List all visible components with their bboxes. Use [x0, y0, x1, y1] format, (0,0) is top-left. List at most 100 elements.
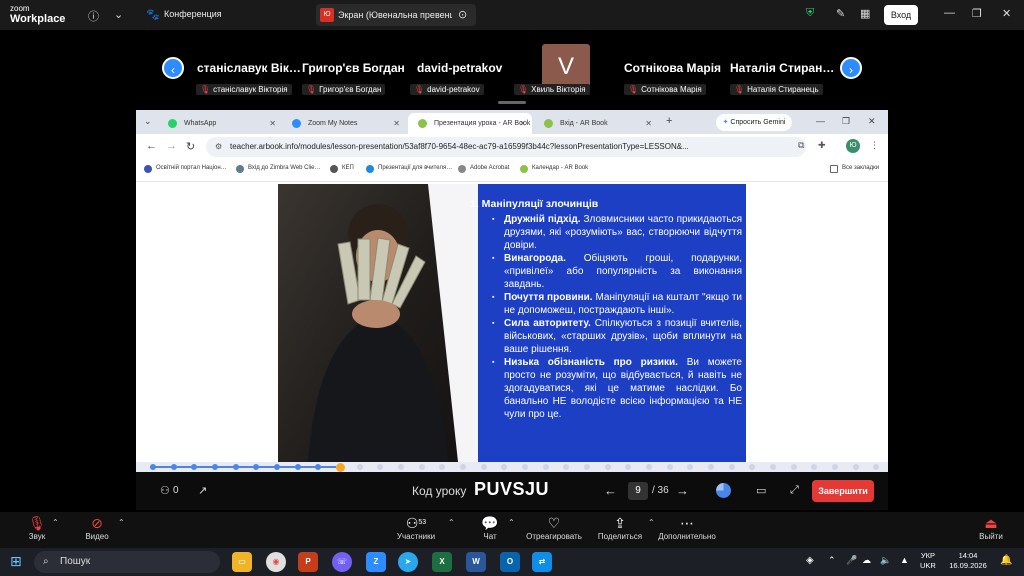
- progress-dot[interactable]: [501, 464, 508, 470]
- grid-icon[interactable]: ▦: [860, 7, 870, 20]
- progress-dot-current[interactable]: [336, 462, 345, 472]
- participant-tile[interactable]: 🎙 Хвиль Вікторія: [514, 84, 590, 95]
- trend-icon[interactable]: ↗: [198, 484, 207, 497]
- bookmark-item[interactable]: Освітній портал Націон…: [144, 165, 227, 173]
- viber-icon[interactable]: ☏: [332, 552, 352, 572]
- progress-dot[interactable]: [873, 464, 880, 470]
- copilot-icon[interactable]: ◈: [806, 555, 814, 566]
- file-explorer-icon[interactable]: ▭: [232, 552, 252, 572]
- fullscreen-icon[interactable]: ⤢: [790, 484, 799, 497]
- progress-dot[interactable]: [852, 464, 859, 470]
- progress-dot[interactable]: [232, 464, 239, 470]
- current-page-input[interactable]: 9: [628, 482, 648, 500]
- word-icon[interactable]: W: [466, 552, 486, 572]
- cloud-icon[interactable]: ☁: [862, 555, 871, 566]
- progress-dot[interactable]: [811, 464, 818, 470]
- microphone-icon[interactable]: 🎤: [846, 555, 857, 566]
- chat-button[interactable]: 💬 Чат: [476, 514, 504, 541]
- chevron-up-icon[interactable]: ⌃: [508, 518, 515, 527]
- progress-dot[interactable]: [542, 464, 549, 470]
- participant-tile[interactable]: 🎙 Наталія Стиранець: [730, 84, 823, 95]
- info-icon[interactable]: ⓘ: [88, 8, 99, 24]
- participants-button[interactable]: ⚇53 Участники: [394, 514, 438, 541]
- restore-icon[interactable]: ❐: [842, 116, 850, 127]
- minimize-icon[interactable]: —: [816, 116, 825, 126]
- site-info-icon[interactable]: ⚙: [215, 137, 222, 157]
- react-button[interactable]: ♡ Отреагировать: [524, 514, 584, 541]
- progress-dot[interactable]: [460, 464, 466, 470]
- progress-dot[interactable]: [480, 464, 487, 470]
- chevron-up-icon[interactable]: ⌃: [828, 555, 836, 566]
- chevron-down-icon[interactable]: ⌄: [114, 8, 123, 21]
- more-button[interactable]: ⋯ Дополнительно: [656, 514, 718, 541]
- progress-dot[interactable]: [832, 464, 838, 470]
- profile-avatar[interactable]: Ю: [846, 139, 860, 153]
- progress-dot[interactable]: [170, 464, 177, 470]
- progress-dot[interactable]: [150, 464, 156, 470]
- notifications-icon[interactable]: 🔔: [1000, 555, 1012, 566]
- browser-tab[interactable]: Вхід - AR Book ✕: [534, 113, 658, 134]
- shield-icon[interactable]: ⛨: [806, 7, 814, 20]
- back-arrow-icon[interactable]: ←: [146, 140, 157, 152]
- participant-tile[interactable]: 🎙 Сотнікова Марія: [624, 84, 706, 95]
- taskbar-clock[interactable]: 14:04 16.09.2026: [946, 551, 990, 571]
- browser-tab-active[interactable]: Презентация урока - AR Book ✕: [408, 113, 532, 134]
- screen-icon[interactable]: ▭: [756, 484, 766, 497]
- progress-dot[interactable]: [212, 464, 218, 470]
- puzzle-icon[interactable]: ✚: [818, 140, 826, 151]
- progress-dot[interactable]: [728, 464, 735, 470]
- progress-dot[interactable]: [646, 464, 652, 470]
- telegram-icon[interactable]: ➤: [398, 552, 418, 572]
- teamviewer-icon[interactable]: ⇄: [532, 552, 552, 572]
- students-icon[interactable]: ⚇: [160, 484, 170, 497]
- close-tab-icon[interactable]: ✕: [645, 113, 652, 134]
- progress-dot[interactable]: [356, 464, 363, 470]
- progress-dot[interactable]: [274, 464, 280, 470]
- progress-dot[interactable]: [687, 464, 694, 470]
- login-button[interactable]: Вход: [884, 5, 918, 25]
- share-screen-tab[interactable]: Ю Экран (Ювенальна превенція Л ⊙: [316, 4, 476, 26]
- browser-tab[interactable]: Zoom My Notes ✕: [282, 113, 406, 134]
- new-tab-button[interactable]: +: [666, 115, 672, 127]
- language-indicator[interactable]: УКР UKR: [920, 551, 936, 571]
- powerpoint-icon[interactable]: P: [298, 552, 318, 572]
- close-tab-icon[interactable]: ✕: [393, 113, 400, 134]
- video-button[interactable]: ⊘ Видео: [82, 514, 112, 541]
- chevron-up-icon[interactable]: ⌃: [52, 518, 59, 527]
- chevron-up-icon[interactable]: ⌃: [448, 518, 455, 527]
- progress-dot[interactable]: [294, 464, 301, 470]
- participant-tile[interactable]: 🎙 Григор'єв Богдан: [302, 84, 386, 95]
- windows-start-icon[interactable]: ⊞: [10, 554, 22, 568]
- excel-icon[interactable]: X: [432, 552, 452, 572]
- meeting-label[interactable]: Конференция: [164, 9, 222, 19]
- more-options-icon[interactable]: ⊙: [458, 8, 467, 21]
- progress-dot[interactable]: [253, 464, 260, 470]
- progress-dot[interactable]: [563, 464, 570, 470]
- close-icon[interactable]: ✕: [868, 116, 876, 127]
- reload-icon[interactable]: ↻: [186, 140, 195, 153]
- progress-dot[interactable]: [666, 464, 673, 470]
- progress-dot[interactable]: [315, 464, 322, 470]
- close-tab-icon[interactable]: ✕: [269, 113, 276, 134]
- progress-dot[interactable]: [584, 464, 590, 470]
- leave-button[interactable]: ⏏ Выйти: [976, 514, 1006, 541]
- prev-participants-button[interactable]: ‹: [162, 57, 184, 79]
- forward-arrow-icon[interactable]: →: [166, 140, 177, 152]
- participant-tile[interactable]: 🎙 david-petrakov: [410, 84, 484, 95]
- tab-search-icon[interactable]: ⌄: [144, 116, 152, 127]
- bookmark-item[interactable]: Adobe Acrobat: [458, 165, 509, 173]
- progress-dot[interactable]: [191, 464, 198, 470]
- extensions-icon[interactable]: ⧉: [798, 140, 804, 151]
- next-participants-button[interactable]: ›: [840, 57, 862, 79]
- progress-dot[interactable]: [790, 464, 797, 470]
- speaker-icon[interactable]: 🔈: [880, 555, 891, 566]
- timer-icon[interactable]: [716, 483, 731, 498]
- zoom-app-icon[interactable]: Z: [366, 552, 386, 572]
- slide-progress-bar[interactable]: [136, 462, 888, 472]
- prev-slide-button[interactable]: ←: [604, 483, 617, 498]
- chevron-up-icon[interactable]: ⌃: [648, 518, 655, 527]
- network-icon[interactable]: ▲: [900, 555, 909, 565]
- audio-button[interactable]: 🎙 Звук: [22, 514, 52, 541]
- progress-dot[interactable]: [749, 464, 756, 470]
- progress-dot[interactable]: [418, 464, 425, 470]
